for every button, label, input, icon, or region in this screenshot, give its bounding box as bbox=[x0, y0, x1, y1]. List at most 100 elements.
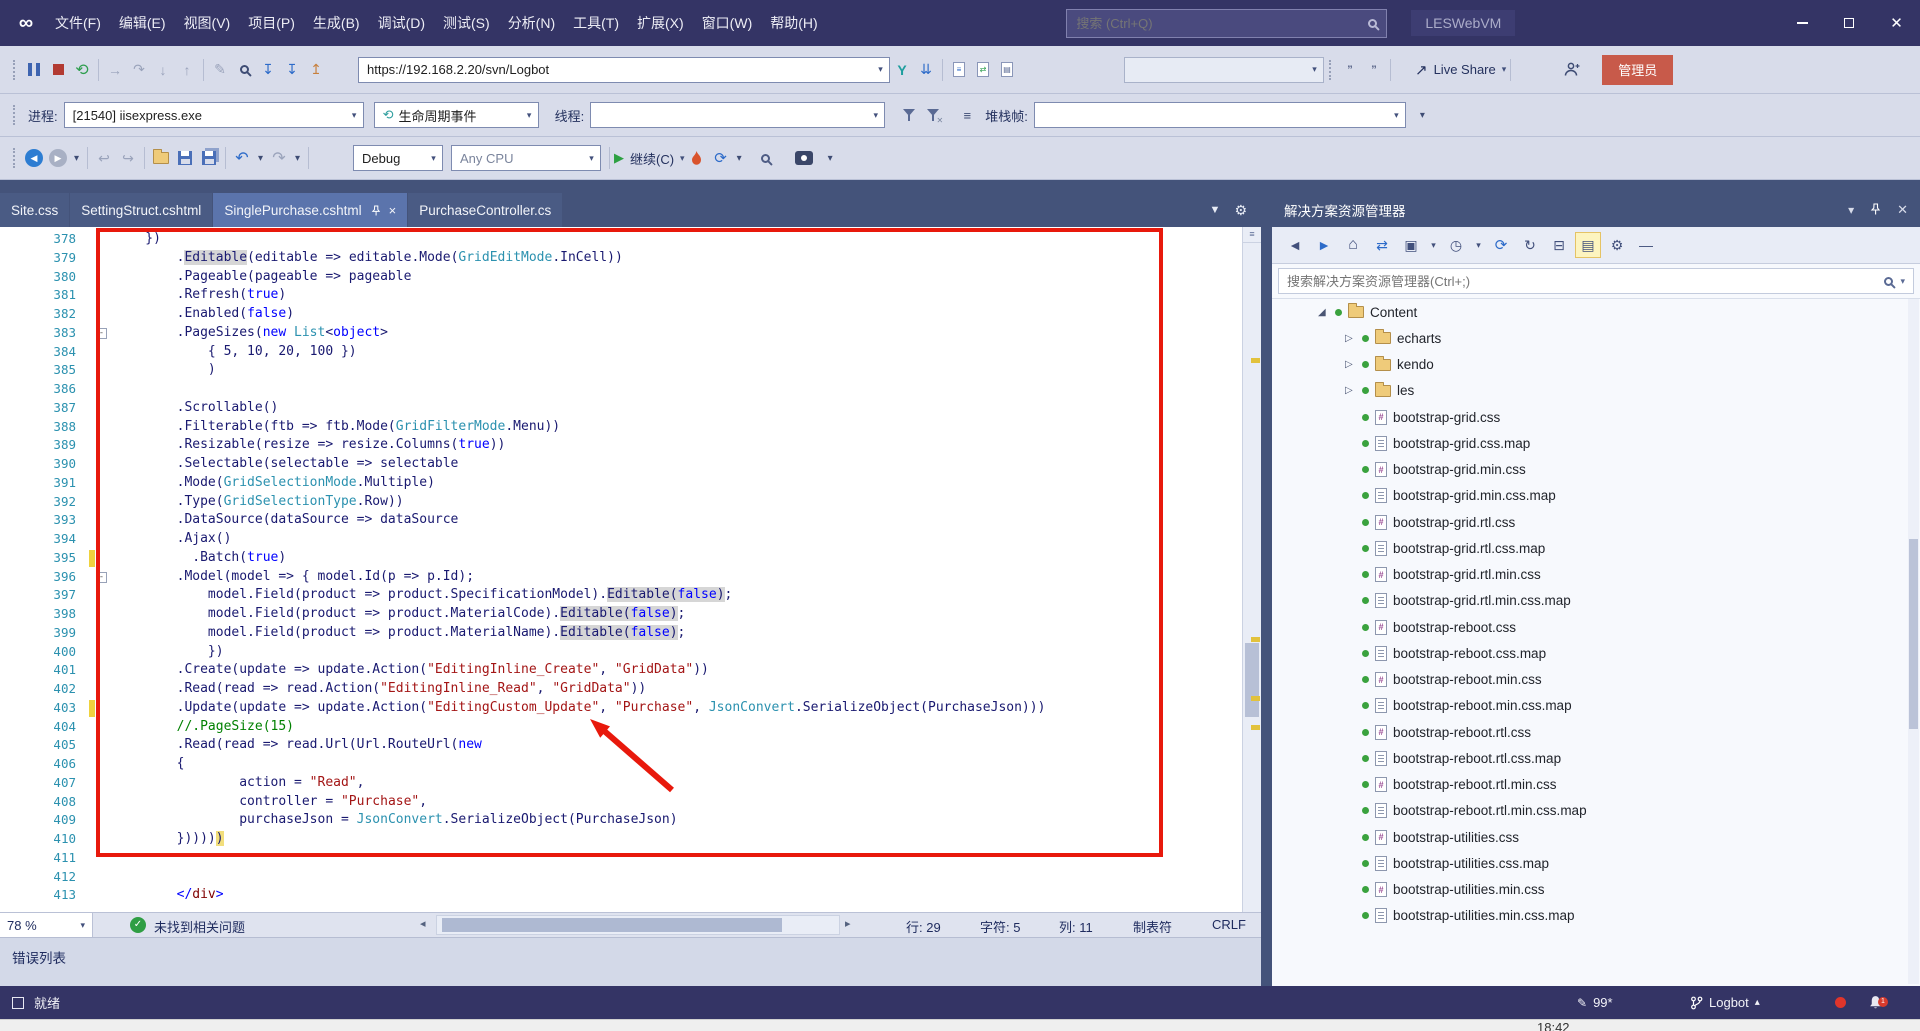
toolbar-grip[interactable] bbox=[13, 148, 17, 168]
code-line[interactable]: 410 }))))) bbox=[0, 830, 1242, 849]
line-ending[interactable]: CRLF bbox=[1212, 917, 1246, 932]
document-outline-button[interactable]: ≡ bbox=[947, 57, 971, 83]
restart-button[interactable]: ⟲ bbox=[70, 57, 94, 83]
code-line[interactable]: 406 { bbox=[0, 755, 1242, 774]
configuration-combobox[interactable]: Debug ▾ bbox=[353, 145, 443, 171]
tree-file-row[interactable]: # bootstrap-utilities.css bbox=[1272, 824, 1908, 850]
code-line[interactable]: 399 model.Field(product => product.Mater… bbox=[0, 624, 1242, 643]
menu-item[interactable]: 窗口(W) bbox=[693, 0, 762, 46]
sync-button[interactable]: ↻ bbox=[1517, 232, 1543, 258]
hot-reload-button[interactable] bbox=[685, 145, 709, 171]
menu-item[interactable]: 编辑(E) bbox=[110, 0, 175, 46]
menu-item[interactable]: 帮助(H) bbox=[761, 0, 826, 46]
find-button[interactable] bbox=[232, 57, 256, 83]
maximize-button[interactable] bbox=[1826, 0, 1873, 46]
stack-frame-combobox[interactable]: ▾ bbox=[1033, 102, 1406, 128]
toolbar-overflow-button[interactable]: ▾ bbox=[1416, 102, 1429, 128]
chevron-down-icon[interactable]: ▾ bbox=[346, 110, 363, 121]
platform-combobox[interactable]: Any CPU ▾ bbox=[451, 145, 601, 171]
pin-tab-button[interactable] bbox=[371, 204, 381, 216]
solution-explorer-header[interactable]: 解决方案资源管理器 ▾ ✕ bbox=[1272, 193, 1920, 227]
code-line[interactable]: 378 }) bbox=[0, 230, 1242, 249]
close-panel-button[interactable]: ✕ bbox=[1897, 202, 1908, 218]
step-into-button[interactable]: ↓ bbox=[151, 57, 175, 83]
lifecycle-combobox[interactable]: ⟲ 生命周期事件 ▾ bbox=[373, 102, 539, 128]
code-line[interactable]: 405 .Read(read => read.Url(Url.RouteUrl(… bbox=[0, 736, 1242, 755]
document-tab[interactable]: Site.css bbox=[0, 193, 70, 227]
close-button[interactable]: ✕ bbox=[1873, 0, 1920, 46]
code-line[interactable]: 402 .Read(read => read.Action("EditingIn… bbox=[0, 680, 1242, 699]
code-line[interactable]: 394 .Ajax() bbox=[0, 530, 1242, 549]
tree-folder-row[interactable]: ▷ kendo bbox=[1272, 352, 1908, 378]
forward-button[interactable]: ► bbox=[1311, 232, 1337, 258]
tree-file-row[interactable]: # bootstrap-grid.css bbox=[1272, 404, 1908, 430]
tree-folder-row[interactable]: ▷ echarts bbox=[1272, 325, 1908, 351]
pending-filter-dropdown[interactable]: ▾ bbox=[1472, 232, 1485, 258]
refresh-button[interactable]: ⟳ bbox=[709, 145, 733, 171]
pin-button[interactable] bbox=[1870, 202, 1881, 218]
live-share-button[interactable]: ↗ Live Share ▾ bbox=[1415, 57, 1506, 83]
code-line[interactable]: 384 { 5, 10, 20, 100 }) bbox=[0, 343, 1242, 362]
pause-button[interactable] bbox=[22, 57, 46, 83]
navigate-forward-button[interactable]: ▶ bbox=[46, 145, 70, 171]
tree-folder-row[interactable]: ◢ Content bbox=[1272, 299, 1908, 325]
menu-item[interactable]: 调试(D) bbox=[369, 0, 434, 46]
tree-folder-row[interactable]: ▷ les bbox=[1272, 378, 1908, 404]
code-line[interactable]: 380 .Pageable(pageable => pageable bbox=[0, 268, 1242, 287]
new-filtered-view-button[interactable]: ▣ bbox=[1398, 232, 1424, 258]
code-line[interactable]: 409 purchaseJson = JsonConvert.Serialize… bbox=[0, 811, 1242, 830]
tree-file-row[interactable]: bootstrap-reboot.css.map bbox=[1272, 640, 1908, 666]
menu-item[interactable]: 生成(B) bbox=[304, 0, 369, 46]
scroll-left-button[interactable]: ◂ bbox=[420, 917, 426, 930]
chevron-down-icon[interactable]: ▾ bbox=[521, 110, 538, 121]
refresh-dropdown[interactable]: ▾ bbox=[733, 145, 746, 171]
quote-close-button[interactable]: ” bbox=[1362, 57, 1386, 83]
clear-filter-button[interactable]: ✕ bbox=[921, 102, 945, 128]
preview-selected-button[interactable]: — bbox=[1633, 232, 1659, 258]
tree-file-row[interactable]: # bootstrap-reboot.min.css bbox=[1272, 667, 1908, 693]
filter-button[interactable] bbox=[897, 102, 921, 128]
document-tab[interactable]: SinglePurchase.cshtml × bbox=[213, 193, 408, 227]
document-tab[interactable]: PurchaseController.cs bbox=[408, 193, 563, 227]
undo-navigation-button[interactable]: ↩ bbox=[92, 145, 116, 171]
scrollbar-thumb[interactable] bbox=[1909, 539, 1918, 729]
code-line[interactable]: 387 .Scrollable() bbox=[0, 399, 1242, 418]
save-button[interactable] bbox=[173, 145, 197, 171]
save-all-button[interactable] bbox=[197, 145, 221, 171]
tree-file-row[interactable]: bootstrap-reboot.rtl.min.css.map bbox=[1272, 798, 1908, 824]
code-line[interactable]: 400 }) bbox=[0, 643, 1242, 662]
code-line[interactable]: 396 - .Model(model => { model.Id(p => p.I… bbox=[0, 568, 1242, 587]
show-next-statement-button[interactable]: → bbox=[103, 57, 127, 83]
tree-file-row[interactable]: # bootstrap-reboot.rtl.css bbox=[1272, 719, 1908, 745]
chevron-down-icon[interactable]: ▾ bbox=[583, 153, 600, 164]
refresh-button[interactable]: ⟳ bbox=[1488, 232, 1514, 258]
zoom-combobox[interactable]: 78 % ▾ bbox=[0, 913, 93, 937]
notifications-button[interactable]: 1 bbox=[1868, 986, 1888, 1019]
tree-file-row[interactable]: bootstrap-utilities.css.map bbox=[1272, 850, 1908, 876]
tab-list-button[interactable]: ▼ bbox=[1210, 204, 1221, 216]
step-out-button[interactable]: ↑ bbox=[175, 57, 199, 83]
chevron-down-icon[interactable]: ▾ bbox=[80, 920, 85, 931]
tree-file-row[interactable]: bootstrap-reboot.rtl.css.map bbox=[1272, 745, 1908, 771]
code-line[interactable]: 381 .Refresh(true) bbox=[0, 286, 1242, 305]
check-in-button[interactable]: ↥ bbox=[304, 57, 328, 83]
redo-button[interactable]: ↷ bbox=[267, 145, 291, 171]
quick-search-box[interactable] bbox=[1066, 8, 1388, 38]
tree-file-row[interactable]: bootstrap-grid.min.css.map bbox=[1272, 483, 1908, 509]
menu-item[interactable]: 测试(S) bbox=[434, 0, 499, 46]
code-line[interactable]: 382 .Enabled(false) bbox=[0, 305, 1242, 324]
intellitrace-button[interactable]: Y bbox=[890, 57, 914, 83]
stop-button[interactable] bbox=[46, 57, 70, 83]
code-line[interactable]: 390 .Selectable(selectable => selectable bbox=[0, 455, 1242, 474]
toolbar-overflow-button[interactable]: ▾ bbox=[824, 145, 837, 171]
chevron-down-icon[interactable]: ▾ bbox=[425, 153, 442, 164]
code-line[interactable]: 383 - .PageSizes(new List<object> bbox=[0, 324, 1242, 343]
expander-collapsed-icon[interactable]: ▷ bbox=[1345, 333, 1362, 344]
chevron-down-icon[interactable]: ▾ bbox=[1900, 276, 1905, 287]
process-combobox[interactable]: [21540] iisexpress.exe ▾ bbox=[63, 102, 364, 128]
code-line[interactable]: 407 action = "Read", bbox=[0, 774, 1242, 793]
code-line[interactable]: 398 model.Field(product => product.Mater… bbox=[0, 605, 1242, 624]
open-file-button[interactable] bbox=[149, 145, 173, 171]
code-line[interactable]: 412 bbox=[0, 868, 1242, 887]
expander-collapsed-icon[interactable]: ▷ bbox=[1345, 385, 1362, 396]
